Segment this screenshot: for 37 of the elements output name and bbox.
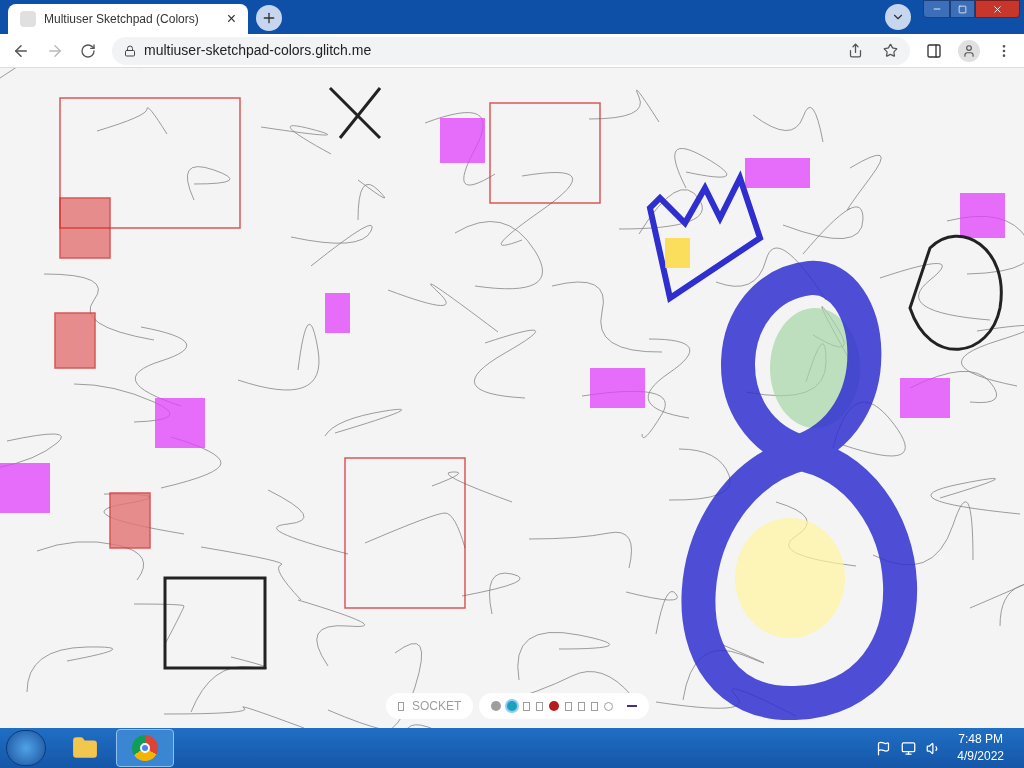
start-button[interactable] bbox=[6, 730, 46, 766]
profile-avatar[interactable] bbox=[958, 39, 980, 62]
maximize-button[interactable] bbox=[950, 0, 975, 18]
bookmark-star-icon[interactable] bbox=[883, 43, 898, 58]
line-swatch[interactable] bbox=[627, 705, 638, 707]
address-bar[interactable]: multiuser-sketchpad-colors.glitch.me bbox=[112, 36, 910, 65]
maximize-icon bbox=[958, 4, 967, 14]
url-text: multiuser-sketchpad-colors.glitch.me bbox=[144, 41, 373, 60]
share-icon[interactable] bbox=[848, 43, 863, 58]
clock-time: 7:48 PM bbox=[958, 731, 1003, 748]
minimize-button[interactable] bbox=[923, 0, 950, 18]
reload-icon[interactable] bbox=[80, 42, 96, 59]
color-swatch[interactable] bbox=[507, 701, 518, 711]
clock-date: 4/9/2022 bbox=[957, 748, 1004, 765]
swatch-icon[interactable] bbox=[565, 701, 573, 711]
color-swatch[interactable] bbox=[491, 701, 502, 711]
browser-tab[interactable]: Multiuser Sketchpad (Colors) × bbox=[8, 4, 248, 34]
swatch-icon[interactable] bbox=[523, 701, 531, 711]
tab-title: Multiuser Sketchpad (Colors) bbox=[44, 11, 200, 28]
close-tab-button[interactable]: × bbox=[226, 11, 236, 27]
close-icon bbox=[992, 3, 1003, 15]
action-center-icon[interactable] bbox=[876, 740, 892, 756]
swatch-icon[interactable] bbox=[578, 701, 586, 711]
chrome-logo-icon bbox=[132, 735, 158, 761]
tab-search-button[interactable] bbox=[885, 4, 911, 30]
favicon-icon bbox=[20, 11, 36, 27]
side-panel-icon[interactable] bbox=[926, 42, 942, 59]
lock-icon bbox=[124, 44, 136, 57]
swatch-icon[interactable] bbox=[536, 701, 544, 711]
swatch-icon[interactable] bbox=[591, 701, 599, 711]
chrome-taskbar-button[interactable] bbox=[116, 729, 174, 767]
socket-icon bbox=[398, 701, 404, 711]
folder-icon bbox=[72, 735, 98, 761]
network-icon[interactable] bbox=[901, 740, 917, 756]
color-swatch[interactable] bbox=[549, 701, 560, 711]
new-tab-button[interactable] bbox=[256, 5, 282, 31]
plus-icon bbox=[261, 10, 277, 26]
